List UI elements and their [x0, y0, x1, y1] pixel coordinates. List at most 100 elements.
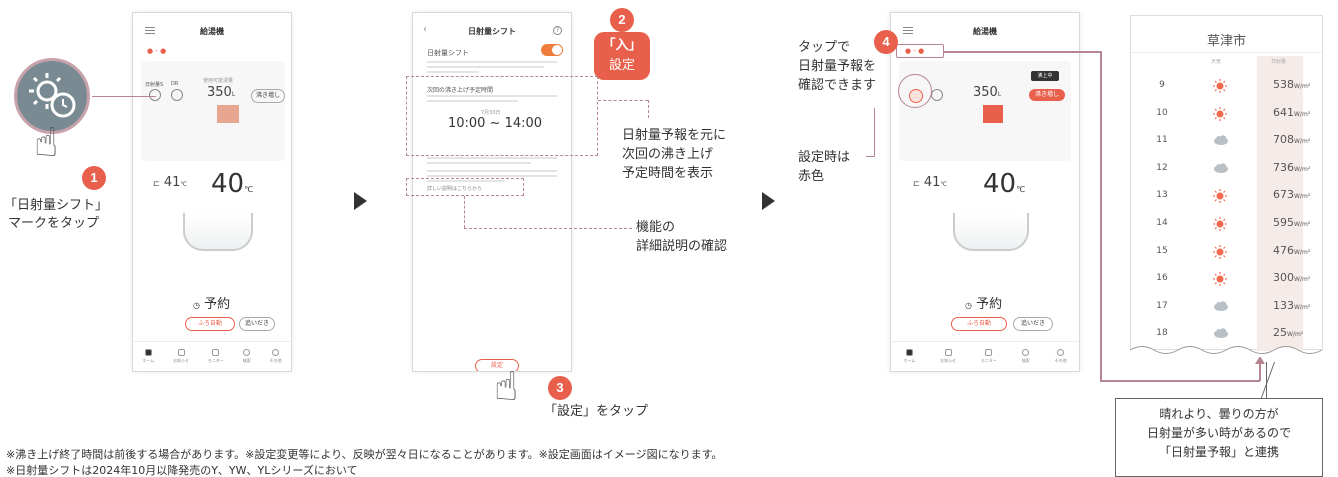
sun-icon	[1213, 189, 1227, 206]
step-4-label-line2: 日射量予報を	[798, 59, 877, 74]
tank-level-graphic	[983, 105, 1003, 123]
bath-auto-button[interactable]: ふろ自動	[185, 317, 235, 331]
screen-title: 給湯機	[200, 27, 224, 36]
radiation-value: 708W/m²	[1273, 133, 1311, 147]
status-icons-highlight	[896, 44, 944, 58]
reheat-button[interactable]: 追いだき	[239, 317, 275, 331]
on-setting-bubble: 「入」 設定	[594, 32, 650, 80]
flow-arrow-2	[762, 192, 775, 210]
toggle-label: 日射量シフト	[427, 49, 469, 57]
nav-monitor[interactable]: モニター	[208, 349, 224, 364]
step-4-badge: 4	[874, 30, 898, 54]
shift-icon-label: 日射量S	[145, 82, 164, 88]
detail-label-line1: 機能の	[636, 220, 676, 235]
nav-notice[interactable]: お知らせ	[173, 349, 189, 364]
nav-monitor[interactable]: モニター	[981, 349, 997, 364]
radiation-value: 673W/m²	[1273, 188, 1311, 202]
dr-icon[interactable]	[171, 89, 183, 101]
nav-home[interactable]: ホーム	[903, 349, 915, 364]
clock-icon: ◷	[193, 301, 200, 310]
forecast-hour: 10	[1156, 107, 1168, 118]
bath-icon: ⊏	[153, 179, 160, 188]
detail-connector-h	[464, 228, 632, 229]
red-label-line2: 赤色	[798, 169, 825, 184]
phone-screen-home: 給湯機 ● - ● 日射量S DR 使用可能湯量 350L 沸き増し ⊏ 41℃…	[132, 12, 292, 372]
red-label-line1: 設定時は	[798, 150, 851, 165]
red-indicator-connector	[874, 108, 875, 156]
help-link-highlight	[406, 178, 524, 196]
forecast-hour: 11	[1156, 135, 1168, 146]
nav-notice[interactable]: お知らせ	[940, 349, 956, 364]
forecast-hour: 13	[1156, 190, 1168, 201]
step-4-label-line3: 確認できます	[798, 78, 877, 93]
table-cutoff-wave	[1130, 346, 1325, 357]
bathtub-graphic	[183, 213, 253, 251]
forecast-city: 草津市	[1206, 34, 1246, 49]
forecast-header: 天気 日射量	[1131, 58, 1322, 70]
screen-title: 日射量シフト	[468, 27, 516, 36]
forecast-hour: 9	[1159, 80, 1165, 90]
bath-icon: ⊏	[913, 179, 920, 188]
forecast-link-line-h1	[944, 51, 1100, 53]
forecast-link-line-h2	[1100, 380, 1260, 382]
red-indicator-connector-h	[866, 156, 875, 157]
radiation-value: 595W/m²	[1273, 216, 1311, 229]
sun-icon	[1213, 106, 1227, 124]
radiation-value: 300W/m²	[1273, 271, 1311, 285]
main-card: 350L 沸上中 沸き増し	[899, 61, 1071, 161]
callout-pointer-line2	[1266, 362, 1267, 398]
remaining-value: 350L	[207, 85, 236, 100]
forecast-link-arrowhead	[1255, 356, 1265, 364]
sun-icon	[1213, 244, 1227, 262]
footnote-line1: ※沸き上げ終了時間は前後する場合があります。※設定変更等により、反映が翌々日にな…	[6, 448, 723, 461]
nav-other[interactable]: その他	[1055, 349, 1067, 364]
boil-more-button[interactable]: 沸き増し	[1029, 89, 1065, 101]
forecast-hour: 15	[1156, 245, 1168, 256]
time-range-highlight	[406, 76, 598, 156]
radiation-value: 133W/m²	[1273, 298, 1311, 312]
detail-connector	[464, 196, 465, 228]
callout-pointer-line	[1260, 362, 1275, 398]
bath-auto-button[interactable]: ふろ自動	[951, 317, 1007, 331]
cloud-icon	[1213, 162, 1229, 177]
dr-icon[interactable]	[931, 89, 943, 101]
temp-display: ⊏ 41℃	[913, 175, 948, 190]
reserve-label: ◷ 予約	[965, 297, 1003, 312]
cloud-icon	[1213, 134, 1229, 149]
forecast-connector	[598, 100, 648, 101]
forecast-row: 12 736W/m²	[1131, 155, 1322, 181]
help-icon[interactable]: ?	[553, 26, 562, 35]
main-card: 日射量S DR 使用可能湯量 350L 沸き増し	[141, 61, 285, 161]
nav-home[interactable]: ホーム	[142, 349, 154, 364]
zoom-connector-line	[92, 96, 156, 97]
detail-label-line2: 詳細説明の確認	[636, 239, 728, 254]
bathtub-graphic	[953, 213, 1029, 251]
forecast-hour: 16	[1156, 273, 1168, 284]
solar-shift-toggle[interactable]	[541, 44, 563, 56]
remaining-label: 使用可能湯量	[203, 78, 234, 84]
screen-title: 給湯機	[973, 27, 997, 36]
step-3-label: 「設定」をタップ	[544, 404, 649, 419]
step-1-label-line2: マークをタップ	[8, 216, 100, 231]
reheat-button[interactable]: 追いだき	[1013, 317, 1053, 331]
solar-shift-icon[interactable]	[149, 89, 161, 101]
callout-line2: 日射量が多い時があるので	[1146, 426, 1291, 440]
col-weather: 天気	[1211, 59, 1222, 65]
step-1-badge: 1	[82, 166, 106, 190]
forecast-hour: 12	[1156, 162, 1168, 173]
nav-search[interactable]: 検索	[1022, 349, 1030, 364]
forecast-hour: 17	[1156, 300, 1168, 311]
step-4-label-line1: タップで	[798, 40, 851, 55]
sun-icon	[1213, 79, 1227, 96]
nav-search[interactable]: 検索	[243, 349, 251, 364]
radiation-value: 641W/m²	[1273, 105, 1311, 119]
bottom-nav: ホーム お知らせ モニター 検索 その他	[133, 341, 291, 371]
radiation-value: 476W/m²	[1273, 243, 1311, 257]
callout-box: 晴れより、曇りの方が 日射量が多い時があるので 「日射量予報」と連携	[1115, 398, 1323, 477]
nav-other[interactable]: その他	[270, 349, 282, 364]
boil-more-button[interactable]: 沸き増し	[251, 89, 285, 103]
forecast-label-line1: 日射量予報を元に	[622, 128, 727, 143]
forecast-hour: 14	[1156, 218, 1168, 228]
forecast-link-line-v2	[1259, 362, 1261, 381]
forecast-link-line-v1	[1100, 51, 1102, 381]
